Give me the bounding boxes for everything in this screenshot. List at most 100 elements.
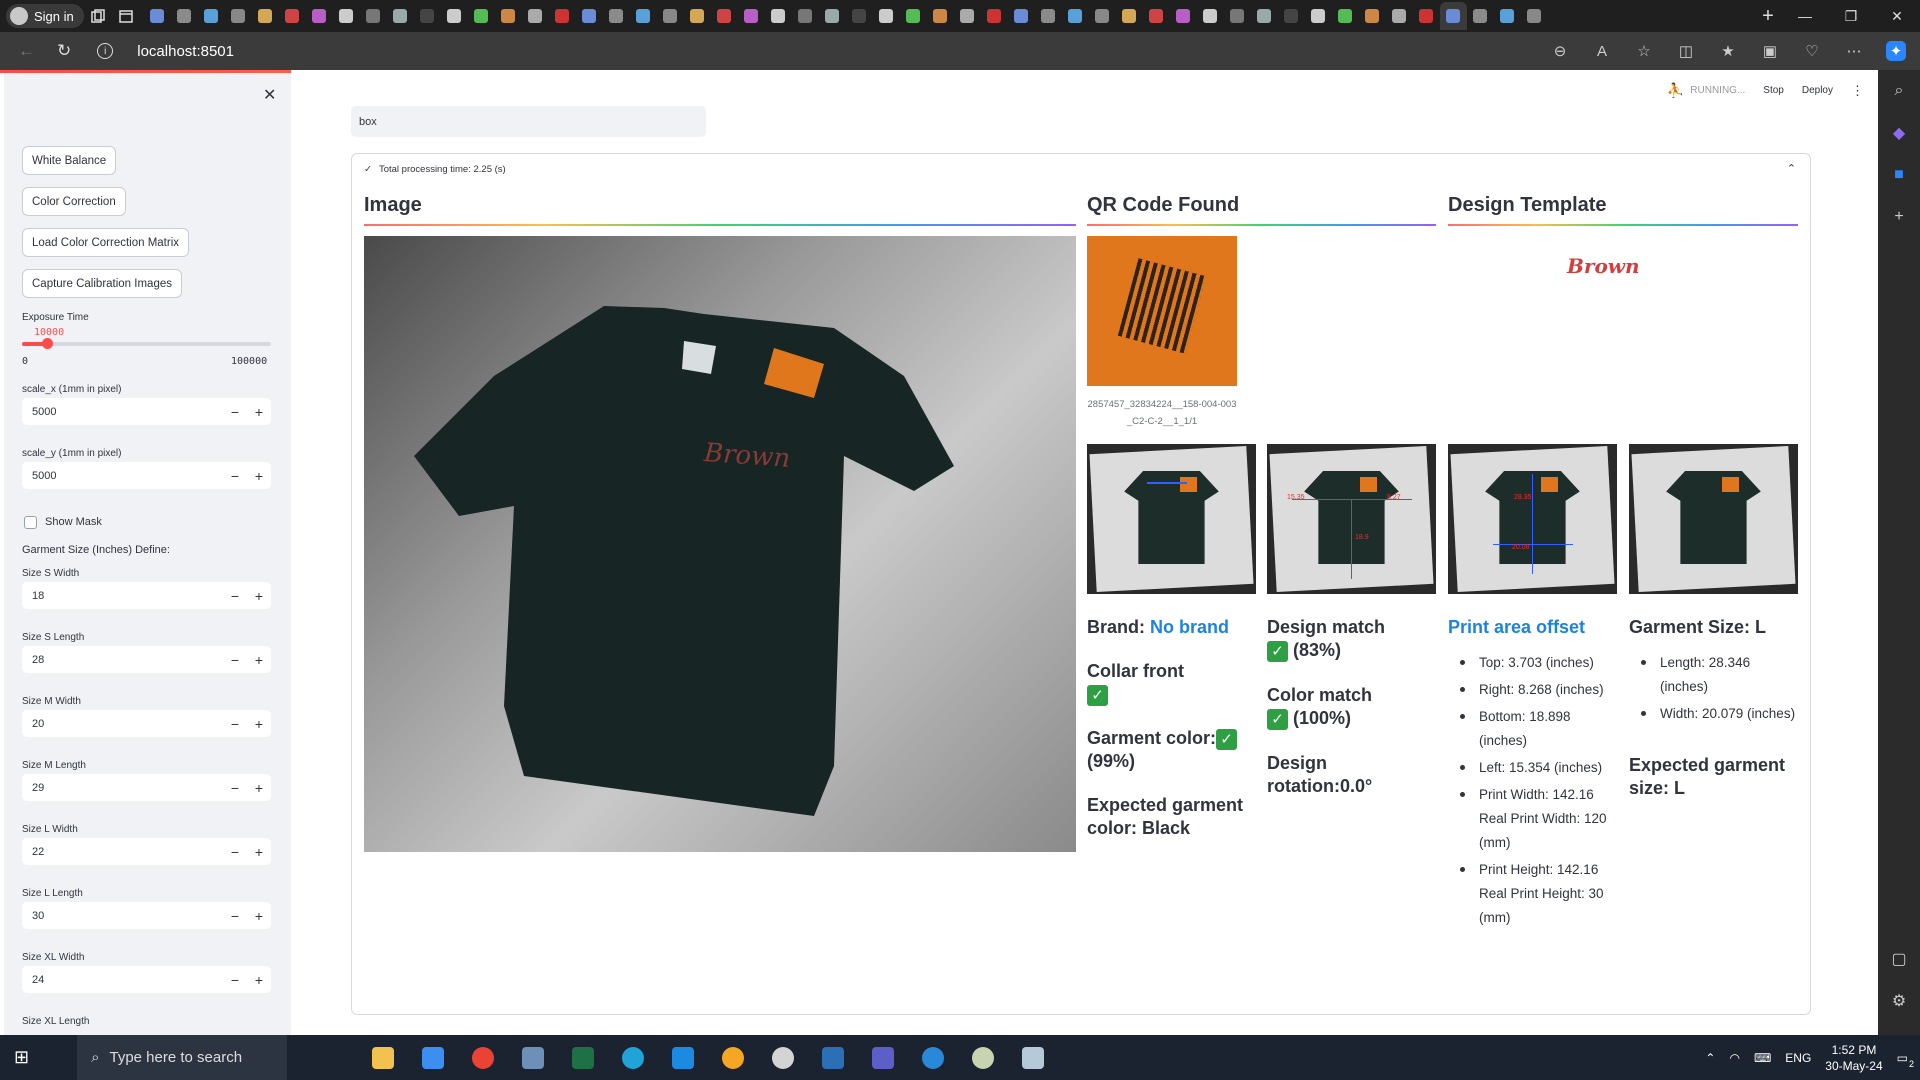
excel-icon[interactable] — [563, 1035, 603, 1080]
new-tab-icon[interactable]: + — [1754, 2, 1782, 30]
increment-button[interactable]: + — [247, 652, 271, 668]
browser-tab[interactable] — [873, 2, 900, 30]
scale-x-value[interactable]: 5000 — [22, 406, 223, 418]
app-icon[interactable] — [913, 1035, 953, 1080]
clock[interactable]: 1:52 PM 30-May-24 — [1825, 1042, 1882, 1074]
decrement-button[interactable]: − — [223, 844, 247, 860]
browser-tab[interactable] — [630, 2, 657, 30]
browser-tab[interactable] — [1494, 2, 1521, 30]
favorites-icon[interactable]: ★ — [1718, 41, 1738, 61]
browser-tab[interactable] — [360, 2, 387, 30]
browser-tab[interactable] — [1332, 2, 1359, 30]
size-field-input[interactable]: 30− + — [22, 902, 271, 929]
expander-header[interactable]: ✓ Total processing time: 2.25 (s) — [364, 164, 506, 175]
browser-tab[interactable] — [900, 2, 927, 30]
chevron-up-icon[interactable]: ⌃ — [1705, 1051, 1715, 1065]
collections-icon[interactable]: ▣ — [1760, 41, 1780, 61]
browser-tab[interactable] — [576, 2, 603, 30]
browser-tab[interactable] — [198, 2, 225, 30]
browser-tab[interactable] — [1143, 2, 1170, 30]
browser-tab[interactable] — [279, 2, 306, 30]
browser-tab[interactable] — [765, 2, 792, 30]
browser-tab[interactable] — [1386, 2, 1413, 30]
restore-icon[interactable]: ❐ — [1828, 0, 1874, 32]
size-field-value[interactable]: 28 — [22, 654, 223, 666]
browser-tab[interactable] — [333, 2, 360, 30]
size-field-value[interactable]: 22 — [22, 846, 223, 858]
app-icon[interactable] — [813, 1035, 853, 1080]
size-field-value[interactable]: 30 — [22, 910, 223, 922]
app-icon[interactable] — [963, 1035, 1003, 1080]
browser-tab[interactable] — [1305, 2, 1332, 30]
browser-tab[interactable] — [1170, 2, 1197, 30]
start-icon[interactable]: ⊞ — [14, 1047, 29, 1068]
close-sidebar-icon[interactable]: ✕ — [263, 85, 276, 105]
browser-tab[interactable] — [468, 2, 495, 30]
tab-actions-icon[interactable] — [112, 2, 140, 30]
settings-icon[interactable]: ⚙ — [1888, 990, 1910, 1012]
increment-button[interactable]: + — [247, 908, 271, 924]
browser-tab[interactable] — [684, 2, 711, 30]
decrement-button[interactable]: − — [223, 716, 247, 732]
outlook-icon[interactable]: ■ — [1888, 164, 1910, 186]
exposure-slider[interactable] — [22, 338, 271, 349]
browser-tab[interactable] — [387, 2, 414, 30]
chevron-up-icon[interactable]: ⌃ — [1787, 162, 1796, 175]
app-icon[interactable] — [763, 1035, 803, 1080]
decrement-button[interactable]: − — [223, 780, 247, 796]
refresh-icon[interactable]: ↻ — [57, 41, 71, 61]
browser-tab[interactable] — [738, 2, 765, 30]
browser-tab[interactable] — [1008, 2, 1035, 30]
notification-icon[interactable]: ▭ 2 — [1897, 1051, 1914, 1069]
browser-tab[interactable] — [792, 2, 819, 30]
copilot-icon[interactable]: ✦ — [1886, 41, 1906, 61]
color-correction-button[interactable]: Color Correction — [22, 187, 126, 216]
vscode-icon[interactable] — [663, 1035, 703, 1080]
add-icon[interactable]: + — [1888, 206, 1910, 228]
store-icon[interactable] — [413, 1035, 453, 1080]
language-indicator[interactable]: ENG — [1785, 1051, 1811, 1065]
browser-tab[interactable] — [252, 2, 279, 30]
split-screen-icon[interactable]: ◫ — [1676, 41, 1696, 61]
url-field[interactable]: localhost:8501 — [137, 43, 234, 60]
main-menu-icon[interactable]: ⋮ — [1851, 83, 1864, 99]
deploy-button[interactable]: Deploy — [1802, 85, 1833, 96]
minimize-icon[interactable]: — — [1782, 0, 1828, 32]
browser-tab[interactable] — [1467, 2, 1494, 30]
size-field-input[interactable]: 22− + — [22, 838, 271, 865]
scale-x-input[interactable]: 5000− + — [22, 398, 271, 425]
search-icon[interactable]: ⌕ — [1888, 80, 1910, 102]
increment-button[interactable]: + — [247, 588, 271, 604]
increment-button[interactable]: + — [247, 780, 271, 796]
decrement-button[interactable]: − — [223, 908, 247, 924]
decrement-button[interactable]: − — [223, 404, 247, 420]
decrement-button[interactable]: − — [223, 468, 247, 484]
browser-tab[interactable] — [657, 2, 684, 30]
browser-tab[interactable] — [927, 2, 954, 30]
zoom-icon[interactable]: ⊖ — [1550, 41, 1570, 61]
home-assistant-icon[interactable] — [713, 1035, 753, 1080]
browser-tab[interactable] — [711, 2, 738, 30]
scale-y-value[interactable]: 5000 — [22, 470, 223, 482]
white-balance-button[interactable]: White Balance — [22, 146, 117, 175]
wifi-icon[interactable]: ◠ — [1729, 1051, 1739, 1065]
taskbar-search[interactable]: ⌕ Type here to search — [77, 1035, 288, 1080]
browser-essentials-icon[interactable]: ♡ — [1802, 41, 1822, 61]
close-window-icon[interactable]: ✕ — [1874, 0, 1920, 32]
size-field-input[interactable]: 28− + — [22, 646, 271, 673]
size-field-input[interactable]: 29− + — [22, 774, 271, 801]
decrement-button[interactable]: − — [223, 972, 247, 988]
browser-tab[interactable] — [1359, 2, 1386, 30]
capture-calibration-button[interactable]: Capture Calibration Images — [22, 269, 182, 298]
browser-tab[interactable] — [495, 2, 522, 30]
back-icon[interactable]: ← — [18, 41, 35, 61]
site-info-icon[interactable]: i — [97, 43, 114, 59]
browser-tab[interactable] — [954, 2, 981, 30]
browser-tab[interactable] — [1521, 2, 1548, 30]
more-icon[interactable]: ⋯ — [1844, 41, 1864, 61]
increment-button[interactable]: + — [247, 972, 271, 988]
browser-tab[interactable] — [819, 2, 846, 30]
copilot-sidebar-icon[interactable]: ◆ — [1888, 122, 1910, 144]
increment-button[interactable]: + — [247, 468, 271, 484]
size-field-value[interactable]: 20 — [22, 718, 223, 730]
